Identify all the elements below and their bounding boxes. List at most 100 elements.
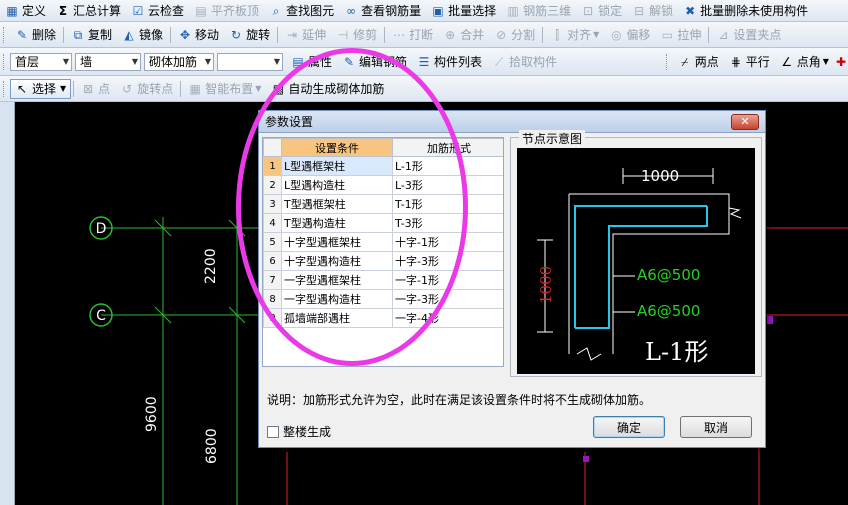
parallel-icon: ⋕ (730, 54, 741, 69)
grip-point[interactable] (583, 456, 589, 462)
point-button[interactable]: ⊠ 点 (76, 79, 115, 99)
smart-layout-dropdown[interactable]: ▦ 智能布置 ▼ (183, 79, 266, 99)
rebar-3d-button[interactable]: ▥ 钢筋三维 (501, 1, 576, 21)
toolbar-grip[interactable] (665, 53, 669, 70)
component-select[interactable]: 砌体加筋 ▼ (144, 52, 214, 71)
set-grip-button[interactable]: ⊿ 设置夹点 (711, 25, 786, 45)
unlock-icon: ⊟ (634, 3, 645, 18)
define-button[interactable]: ▦ 定义 (0, 1, 51, 21)
ok-button[interactable]: 确定 (593, 416, 665, 438)
chevron-down-icon: ▼ (131, 57, 138, 66)
condition-cell[interactable]: L型遇框架柱 (281, 156, 393, 176)
break-button[interactable]: ⋯ 打断 (387, 25, 438, 45)
delete-button[interactable]: ✎ 删除 (10, 25, 61, 45)
flat-top-button[interactable]: ▤ 平齐板顶 (189, 1, 264, 21)
checkbox-box[interactable] (267, 425, 279, 438)
find-element-button[interactable]: ⌕ 查找图元 (264, 1, 339, 21)
condition-cell[interactable]: T型遇构造柱 (281, 213, 393, 233)
component-list-button[interactable]: ☰ 构件列表 (412, 52, 487, 72)
form-cell[interactable]: 一字-1形 (392, 270, 503, 290)
header-form[interactable]: 加筋形式 (392, 138, 503, 157)
select-toolbar: ↖ 选择 ▼ ⊠ 点 ↺ 旋转点 ▦ 智能布置 ▼ ▧ 自动生成砌体加筋 (0, 76, 848, 102)
offset-button[interactable]: ◎ 偏移 (604, 25, 655, 45)
form-cell[interactable]: 一字-4形 (392, 308, 503, 328)
batch-select-button[interactable]: ▣ 批量选择 (426, 1, 501, 21)
condition-cell[interactable]: 一字型遇构造柱 (281, 289, 393, 309)
node-preview: 1000 1000 A6@500 A6@500 L-1形 (517, 148, 755, 374)
point-angle-button[interactable]: ∠ 点角 ▼ (775, 52, 834, 72)
batch-delete-button[interactable]: ✖ 批量删除未使用构件 (678, 1, 813, 21)
whole-building-checkbox[interactable]: 整楼生成 (267, 423, 331, 440)
condition-cell[interactable]: T型遇框架柱 (281, 194, 393, 214)
header-condition[interactable]: 设置条件 (281, 138, 393, 157)
separator (542, 26, 544, 43)
table-row[interactable]: 3 T型遇框架柱 T-1形 (263, 194, 503, 214)
lock-button[interactable]: ⊡ 锁定 (576, 1, 627, 21)
edit-rebar-button[interactable]: ✎ 编辑钢筋 (337, 52, 412, 72)
toolbar-grip[interactable] (3, 26, 6, 43)
split-button[interactable]: ⊘ 分割 (489, 25, 540, 45)
two-points-button[interactable]: ⌿ 两点 (673, 52, 724, 72)
table-row[interactable]: 8 一字型遇构造柱 一字-3形 (263, 289, 503, 309)
move-button[interactable]: ✥ 移动 (173, 25, 224, 45)
floor-select[interactable]: 首层 ▼ (10, 52, 72, 71)
condition-cell[interactable]: 十字型遇框架柱 (281, 232, 393, 252)
condition-cell[interactable]: 一字型遇框架柱 (281, 270, 393, 290)
rotate-button[interactable]: ↻ 旋转 (224, 25, 275, 45)
table-row[interactable]: 2 L型遇构造柱 L-3形 (263, 175, 503, 195)
dialog-close-button[interactable]: ✕ (731, 114, 759, 130)
preview-rebar-label-1: A6@500 (637, 266, 700, 284)
table-row[interactable]: 1 L型遇框架柱 L-1形 (263, 156, 503, 176)
condition-cell[interactable]: 十字型遇构造柱 (281, 251, 393, 271)
trim-button[interactable]: ⊣ 修剪 (331, 25, 382, 45)
separator (63, 26, 65, 43)
grip-point[interactable] (767, 316, 773, 324)
unlock-button[interactable]: ⊟ 解锁 (627, 1, 678, 21)
copy-button[interactable]: ⧉ 复制 (66, 25, 117, 45)
component-name-select[interactable]: ▼ (217, 52, 283, 71)
parallel-button[interactable]: ⋕ 平行 (724, 52, 775, 72)
sigma-icon: Σ (58, 3, 68, 18)
toolbar-grip[interactable] (3, 53, 6, 70)
table-row[interactable]: 9 孤墙端部遇柱 一字-4形 (263, 308, 503, 328)
align-dropdown[interactable]: ⫿ 对齐 ▼ (545, 25, 604, 45)
cancel-button[interactable]: 取消 (680, 416, 752, 438)
table-row[interactable]: 4 T型遇构造柱 T-3形 (263, 213, 503, 233)
attribute-button[interactable]: ▤ 属性 (286, 52, 337, 72)
cloud-check-button[interactable]: ☑ 云检查 (126, 1, 189, 21)
more-button[interactable]: ✚ (834, 52, 848, 72)
condition-cell[interactable]: 孤墙端部遇柱 (281, 308, 393, 328)
condition-cell[interactable]: L型遇构造柱 (281, 175, 393, 195)
grip-point-icon: ⊿ (718, 27, 729, 42)
extend-button[interactable]: ⇥ 延伸 (280, 25, 331, 45)
pick-component-button[interactable]: ⟋ 拾取构件 (487, 52, 562, 72)
toolbar-grip[interactable] (3, 80, 6, 97)
checkbox-label: 整楼生成 (283, 425, 332, 439)
select-button[interactable]: ↖ 选择 ▼ (10, 78, 72, 99)
form-cell[interactable]: T-3形 (392, 213, 503, 233)
form-cell[interactable]: 十字-1形 (392, 232, 503, 252)
category-select[interactable]: 墙 ▼ (75, 52, 141, 71)
separator (73, 80, 75, 97)
rotate-point-button[interactable]: ↺ 旋转点 (115, 79, 178, 99)
form-cell[interactable]: L-3形 (392, 175, 503, 195)
rebar-3d-icon: ▥ (507, 3, 519, 18)
view-rebar-button[interactable]: ∞ 查看钢筋量 (339, 1, 426, 21)
component-toolbar: 首层 ▼ 墙 ▼ 砌体加筋 ▼ ▼ ▤ 属性 ✎ 编辑钢筋 ☰ 构件列表 ⟋ 拾取构件 ⌿ 两点… (0, 48, 848, 76)
form-cell[interactable]: 十字-3形 (392, 251, 503, 271)
table-row[interactable]: 5 十字型遇框架柱 十字-1形 (263, 232, 503, 252)
merge-button[interactable]: ⊕ 合并 (438, 25, 489, 45)
dialog-note: 说明：加筋形式允许为空，此时在满足该设置条件时将不生成砌体加筋。 (267, 393, 652, 407)
stretch-button[interactable]: ▭ 拉伸 (655, 25, 706, 45)
table-row[interactable]: 7 一字型遇框架柱 一字-1形 (263, 270, 503, 290)
summary-calc-button[interactable]: Σ 汇总计算 (51, 1, 126, 21)
point-angle-icon: ∠ (781, 54, 793, 69)
auto-generate-button[interactable]: ▧ 自动生成砌体加筋 (266, 79, 389, 99)
dialog-title-bar[interactable]: 参数设置 (259, 111, 765, 133)
rotate-icon: ↻ (231, 27, 242, 42)
table-row[interactable]: 6 十字型遇构造柱 十字-3形 (263, 251, 503, 271)
form-cell[interactable]: T-1形 (392, 194, 503, 214)
form-cell[interactable]: L-1形 (392, 156, 503, 176)
mirror-button[interactable]: ◭ 镜像 (117, 25, 168, 45)
form-cell[interactable]: 一字-3形 (392, 289, 503, 309)
